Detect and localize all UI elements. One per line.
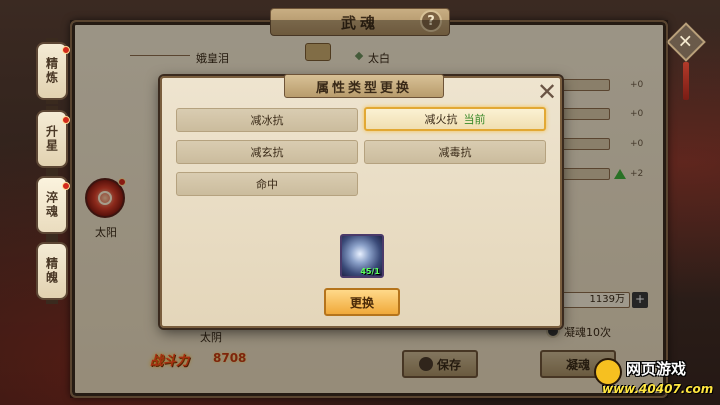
tassel-decoration [683,62,689,100]
modal-close-button[interactable]: ✕ [536,80,558,104]
notification-dot [62,116,70,124]
current-tag: 当前 [463,113,486,126]
option-fire-resist[interactable]: 减火抗 当前 [364,107,546,131]
close-icon: ✕ [678,31,694,53]
item-count: 45/1 [360,267,380,276]
option-label: 减玄抗 [250,146,284,159]
option-accuracy[interactable]: 命中 [176,172,358,196]
modal-title: 属性类型更换 [284,74,444,98]
side-tab-essence[interactable]: 精魄 [36,238,68,304]
change-button[interactable]: 更换 [324,288,400,316]
watermark-url: www.40407.com [602,382,714,396]
item-slot-orb-icon[interactable]: 45/1 [340,234,384,278]
watermark-text: 网页游戏 [626,360,687,378]
option-label: 减冰抗 [250,114,284,127]
option-label: 减毒抗 [438,146,472,159]
attribute-change-modal: 属性类型更换 ✕ 减冰抗 减火抗 当前 减玄抗 减毒抗 命中 45/1 更换 [160,74,562,328]
notification-dot [62,182,70,190]
option-label: 减火抗 [424,113,458,126]
option-poison-resist[interactable]: 减毒抗 [364,140,546,164]
option-mystic-resist[interactable]: 减玄抗 [176,140,358,164]
option-ice-resist[interactable]: 减冰抗 [176,108,358,132]
option-label: 命中 [256,178,278,191]
site-watermark: 网页游戏 www.40407.com [592,356,716,400]
notification-dot [62,46,70,54]
